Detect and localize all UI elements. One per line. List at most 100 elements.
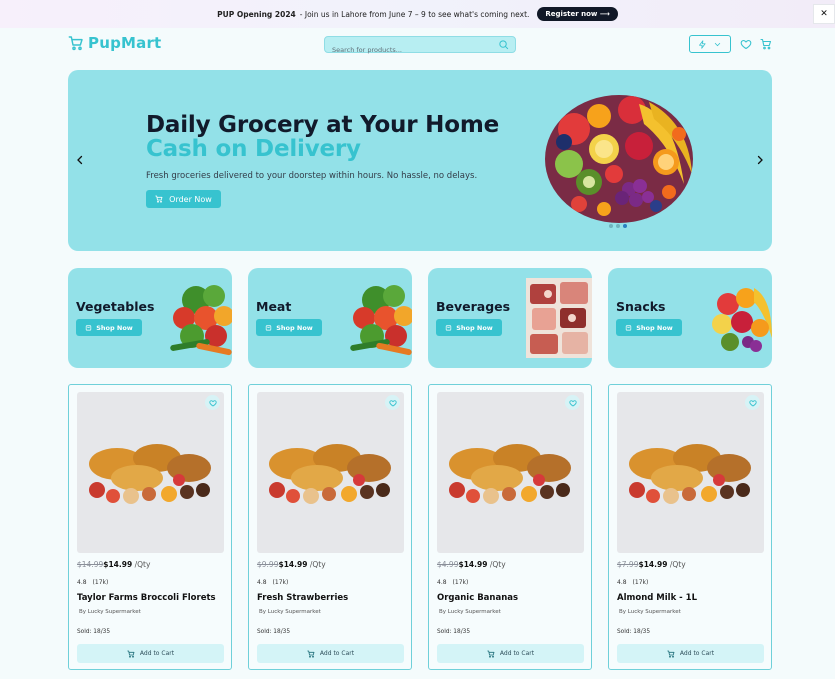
- hero-banner: Daily Grocery at Your Home Cash on Deliv…: [68, 70, 772, 251]
- add-to-cart-button[interactable]: Add to Cart: [437, 644, 584, 663]
- shop-now-button[interactable]: Shop Now: [76, 319, 142, 336]
- original-price: $14.99: [77, 560, 104, 569]
- category-name: Vegetables: [76, 299, 155, 314]
- sale-price: $14.99: [458, 560, 488, 569]
- slide-dot-active[interactable]: [623, 224, 627, 228]
- shop-now-button[interactable]: Shop Now: [616, 319, 682, 336]
- pastry-platter-image: [269, 444, 391, 504]
- wishlist-button[interactable]: [205, 395, 220, 410]
- cart-icon: [127, 650, 135, 658]
- category-card-meat[interactable]: Meat Shop Now: [248, 268, 412, 368]
- add-to-cart-label: Add to Cart: [139, 650, 175, 657]
- announcement-message: - Join us in Lahore from June 7 – 9 to s…: [299, 9, 530, 19]
- pastry-platter-image: [449, 444, 571, 504]
- bag-icon: [446, 325, 452, 331]
- add-to-cart-button[interactable]: Add to Cart: [617, 644, 764, 663]
- product-price: $4.99$14.99 /Qty: [437, 560, 506, 569]
- slide-dot[interactable]: [616, 224, 620, 228]
- product-title[interactable]: Organic Bananas: [437, 593, 518, 603]
- product-title[interactable]: Almond Milk - 1L: [617, 593, 697, 603]
- shop-now-label: Shop Now: [636, 323, 673, 332]
- review-count: (17k): [272, 579, 289, 586]
- add-to-cart-label: Add to Cart: [679, 650, 715, 657]
- shop-now-label: Shop Now: [456, 323, 493, 332]
- chevron-down-icon: [714, 42, 721, 46]
- hero-description: Fresh groceries delivered to your doorst…: [146, 171, 478, 181]
- slide-dot[interactable]: [609, 224, 613, 228]
- product-card[interactable]: $14.99$14.99 /Qty 4.8 (17k) Taylor Farms …: [68, 384, 232, 670]
- search-input[interactable]: [325, 42, 485, 58]
- vegetables-image: [350, 285, 412, 356]
- product-price: $9.99$14.99 /Qty: [257, 560, 326, 569]
- product-card[interactable]: $4.99$14.99 /Qty 4.8 (17k) Organic Banana…: [428, 384, 592, 670]
- quick-menu-dropdown[interactable]: [689, 35, 731, 53]
- review-count: (17k): [452, 579, 469, 586]
- close-announcement-button[interactable]: ✕: [813, 4, 835, 24]
- product-rating: 4.8 (17k): [77, 579, 108, 586]
- order-now-button[interactable]: Order Now: [146, 190, 221, 208]
- add-to-cart-button[interactable]: Add to Cart: [257, 644, 404, 663]
- heart-icon[interactable]: [740, 38, 752, 50]
- register-now-button[interactable]: Register now ⟶: [537, 7, 618, 21]
- product-seller: By Lucky Supermarket: [259, 609, 321, 615]
- rating-value: 4.8: [257, 579, 267, 586]
- product-title[interactable]: Fresh Strawberries: [257, 593, 348, 603]
- sale-price: $14.99: [638, 560, 668, 569]
- chevron-left-icon[interactable]: [74, 154, 86, 166]
- heart-icon: [748, 399, 757, 406]
- product-title[interactable]: Taylor Farms Broccoli Florets: [77, 593, 216, 603]
- heart-icon: [568, 399, 577, 406]
- price-unit: /Qty: [307, 560, 326, 569]
- search-bar: [324, 36, 516, 58]
- rating-value: 4.8: [617, 579, 627, 586]
- wishlist-button[interactable]: [565, 395, 580, 410]
- pastry-platter-image: [89, 444, 211, 504]
- original-price: $4.99: [437, 560, 459, 569]
- bag-icon: [266, 325, 272, 331]
- heart-icon: [208, 399, 217, 406]
- search-icon[interactable]: [498, 39, 509, 50]
- product-seller: By Lucky Supermarket: [439, 609, 501, 615]
- sold-count: Sold: 18/35: [77, 629, 111, 635]
- category-card-vegetables[interactable]: Vegetables Shop Now: [68, 268, 232, 368]
- cart-icon: [667, 650, 675, 658]
- shop-now-button[interactable]: Shop Now: [256, 319, 322, 336]
- price-unit: /Qty: [132, 560, 151, 569]
- pastry-platter-image: [629, 444, 751, 504]
- brand-logo[interactable]: PupMart: [68, 34, 161, 52]
- shop-now-button[interactable]: Shop Now: [436, 319, 502, 336]
- product-image[interactable]: [437, 392, 584, 553]
- slide-indicator[interactable]: [609, 224, 627, 228]
- bag-icon: [86, 325, 92, 331]
- wishlist-button[interactable]: [745, 395, 760, 410]
- product-image[interactable]: [77, 392, 224, 553]
- review-count: (17k): [632, 579, 649, 586]
- rating-value: 4.8: [437, 579, 447, 586]
- category-card-beverages[interactable]: Beverages Shop Now: [428, 268, 592, 368]
- order-now-label: Order Now: [169, 194, 212, 204]
- cart-icon: [307, 650, 315, 658]
- price-unit: /Qty: [487, 560, 506, 569]
- product-card[interactable]: $9.99$14.99 /Qty 4.8 (17k) Fresh Strawber…: [248, 384, 412, 670]
- sold-count: Sold: 18/35: [257, 629, 291, 635]
- product-image[interactable]: [257, 392, 404, 553]
- product-rating: 4.8 (17k): [437, 579, 468, 586]
- category-card-snacks[interactable]: Snacks Shop Now: [608, 268, 772, 368]
- hero-subheadline: Cash on Delivery: [146, 136, 361, 162]
- add-to-cart-button[interactable]: Add to Cart: [77, 644, 224, 663]
- cart-icon[interactable]: [760, 38, 772, 50]
- meat-platter-image: [526, 278, 592, 358]
- product-seller: By Lucky Supermarket: [79, 609, 141, 615]
- sold-count: Sold: 18/35: [437, 629, 471, 635]
- cart-icon: [155, 195, 163, 203]
- sold-count: Sold: 18/35: [617, 629, 651, 635]
- wishlist-button[interactable]: [385, 395, 400, 410]
- product-image[interactable]: [617, 392, 764, 553]
- product-price: $7.99$14.99 /Qty: [617, 560, 686, 569]
- brand-name: PupMart: [88, 34, 162, 52]
- product-card[interactable]: $7.99$14.99 /Qty 4.8 (17k) Almond Milk - …: [608, 384, 772, 670]
- sale-price: $14.99: [278, 560, 308, 569]
- product-price: $14.99$14.99 /Qty: [77, 560, 150, 569]
- shop-now-label: Shop Now: [96, 323, 133, 332]
- chevron-right-icon[interactable]: [754, 154, 766, 166]
